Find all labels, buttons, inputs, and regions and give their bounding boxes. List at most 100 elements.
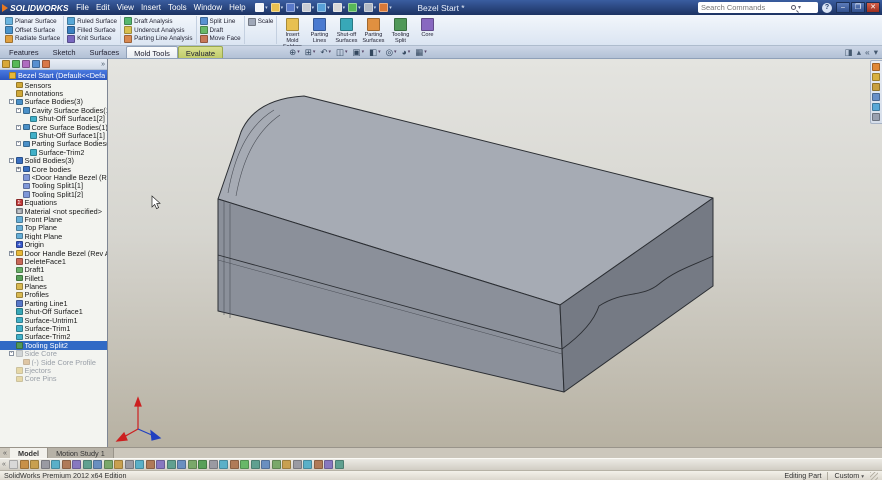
featuremanager-tree-icon[interactable] <box>2 60 10 68</box>
select-icon[interactable] <box>9 460 19 469</box>
circle-icon[interactable] <box>51 460 61 469</box>
core-button[interactable]: Core <box>414 17 440 43</box>
collapse-toggle[interactable]: - <box>16 141 21 147</box>
search-icon[interactable] <box>791 5 796 10</box>
extrude-boss-icon[interactable] <box>145 460 155 469</box>
qat-appearance-button[interactable]: ▾ <box>378 3 393 12</box>
apply-scene-button[interactable]: ▦ ▾ <box>415 46 427 58</box>
dropdown-caret-icon[interactable]: ▾ <box>345 49 348 55</box>
parting-surfaces-button[interactable]: Parting Surfaces <box>360 17 386 44</box>
chamfer-icon[interactable] <box>208 460 218 469</box>
tree-item[interactable]: ≡ Material <not specified> <box>0 207 107 215</box>
show-display-pane-icon[interactable]: ◨ <box>845 46 853 58</box>
knit-surface-button[interactable]: Knit Surface <box>67 34 117 43</box>
qat-save-button[interactable]: ▾ <box>285 3 300 12</box>
draft-button[interactable]: Draft <box>199 26 241 35</box>
qat-select-button[interactable]: ▾ <box>332 3 347 12</box>
rotate-view-icon[interactable] <box>324 460 334 469</box>
dropdown-caret-icon[interactable]: ▾ <box>389 5 392 11</box>
move-face-button[interactable]: Move Face <box>199 34 241 43</box>
dropdown-caret-icon[interactable]: ▾ <box>358 5 361 11</box>
status-config-selector[interactable]: Custom ▾ <box>834 471 864 480</box>
mass-properties-icon[interactable] <box>292 460 302 469</box>
hide-show-items-button[interactable]: ◎ ▾ <box>386 46 397 58</box>
dropdown-caret-icon[interactable]: ▾ <box>327 5 330 11</box>
tree-item[interactable]: Shut-Off Surface1 <box>0 308 107 316</box>
tab-evaluate[interactable]: Evaluate <box>177 46 224 58</box>
line-icon[interactable] <box>40 460 50 469</box>
section-view-button[interactable]: ◫ ▾ <box>336 46 348 58</box>
minimize-button[interactable]: – <box>836 2 850 13</box>
zoom-to-fit-icon[interactable] <box>313 460 323 469</box>
tree-item[interactable]: Shut-Off Surface1[1] <box>0 131 107 140</box>
reference-plane-icon[interactable] <box>261 460 271 469</box>
offset-entities-icon[interactable] <box>114 460 124 469</box>
tree-item[interactable]: Surface-Trim1 <box>0 324 107 333</box>
undercut-analysis-button[interactable]: Undercut Analysis <box>124 26 192 35</box>
qat-new-button[interactable]: ▾ <box>254 3 269 12</box>
dropdown-caret-icon[interactable]: ▾ <box>313 49 316 55</box>
dropdown-caret-icon[interactable]: ▾ <box>378 49 381 55</box>
expand-toggle[interactable]: + <box>16 166 21 172</box>
tree-item[interactable]: Annotations <box>0 89 107 98</box>
menu-edit[interactable]: Edit <box>92 0 113 15</box>
tree-item[interactable]: - Cavity Surface Bodies(1) <box>0 106 107 115</box>
tree-item[interactable]: Right Plane <box>0 232 107 240</box>
parting-line-analysis-button[interactable]: Parting Line Analysis <box>124 34 193 43</box>
tree-item[interactable]: Sensors <box>0 81 107 89</box>
tab-features[interactable]: Features <box>2 46 46 58</box>
tree-item[interactable]: Surface-Untrim1 <box>0 316 107 324</box>
tree-item[interactable]: Tooling Split2 <box>0 341 107 350</box>
dropdown-caret-icon[interactable]: ▾ <box>297 49 300 55</box>
display-style-button[interactable]: ◧ ▾ <box>369 46 381 58</box>
config-dropdown-icon[interactable]: ▾ <box>861 474 864 480</box>
insert-mold-folders-button[interactable]: Insert Mold Folders <box>279 17 305 50</box>
zoom-fit-button[interactable]: ⊕ ▾ <box>289 46 300 58</box>
tree-item[interactable]: Parting Line1 <box>0 299 107 308</box>
tab-model[interactable]: Model <box>10 447 49 459</box>
tab-scroll-icon[interactable]: « <box>0 450 10 457</box>
smart-dimension-icon[interactable] <box>30 460 40 469</box>
tree-item[interactable]: <Door Handle Bezel (Rev A)>--<b <box>0 173 107 182</box>
split-line-button[interactable]: Split Line <box>199 17 241 26</box>
collapse-toggle[interactable]: - <box>9 99 14 105</box>
search-dropdown-icon[interactable]: ▾ <box>798 4 801 11</box>
sweep-icon[interactable] <box>177 460 187 469</box>
tree-item[interactable]: - Solid Bodies(3) <box>0 157 107 165</box>
tree-item[interactable]: Surface-Trim2 <box>0 333 107 341</box>
tree-item[interactable]: Ejectors <box>0 366 107 375</box>
help-button[interactable]: ? <box>822 2 832 13</box>
menu-view[interactable]: View <box>113 0 137 15</box>
search-input[interactable] <box>701 3 789 12</box>
scale-button[interactable]: Scale <box>247 17 273 26</box>
spline-icon[interactable] <box>82 460 92 469</box>
tree-root-item[interactable]: Bezel Start (Default<<Default>_Display S <box>0 70 107 80</box>
tree-item[interactable]: Planes <box>0 282 107 291</box>
tree-item[interactable]: Draft1 <box>0 266 107 274</box>
filled-surface-button[interactable]: Filled Surface <box>67 26 117 35</box>
planar-surface-button[interactable]: Planar Surface <box>5 17 60 26</box>
command-search[interactable]: ▾ <box>698 2 818 13</box>
appearances-scenes-icon[interactable] <box>872 103 880 111</box>
custom-properties-icon[interactable] <box>872 113 880 121</box>
ruled-surface-button[interactable]: Ruled Surface <box>67 17 117 26</box>
tab-surfaces[interactable]: Surfaces <box>83 46 127 58</box>
toolbar-overflow-icon[interactable]: « <box>2 461 6 468</box>
tooling-split-button[interactable]: Tooling Split <box>387 17 413 44</box>
resize-grip-icon[interactable] <box>870 471 878 480</box>
dimxpertmanager-icon[interactable] <box>32 60 40 68</box>
tree-item[interactable]: Fillet1 <box>0 274 107 282</box>
menu-window[interactable]: Window <box>190 0 225 15</box>
offset-surface-button[interactable]: Offset Surface <box>5 26 60 35</box>
loft-icon[interactable] <box>187 460 197 469</box>
tree-item[interactable]: DeleteFace1 <box>0 257 107 266</box>
tree-item[interactable]: Profiles <box>0 291 107 299</box>
fillet-icon[interactable] <box>198 460 208 469</box>
close-button[interactable]: ✕ <box>866 2 880 13</box>
tab-motion-study-1[interactable]: Motion Study 1 <box>48 447 114 459</box>
edit-appearance-button[interactable]: ◕ ▾ <box>402 46 411 58</box>
tree-item[interactable]: Front Plane <box>0 215 107 224</box>
qat-open-button[interactable]: ▾ <box>270 3 285 12</box>
dropdown-caret-icon[interactable]: ▾ <box>424 49 427 55</box>
dropdown-caret-icon[interactable]: ▾ <box>328 49 331 55</box>
